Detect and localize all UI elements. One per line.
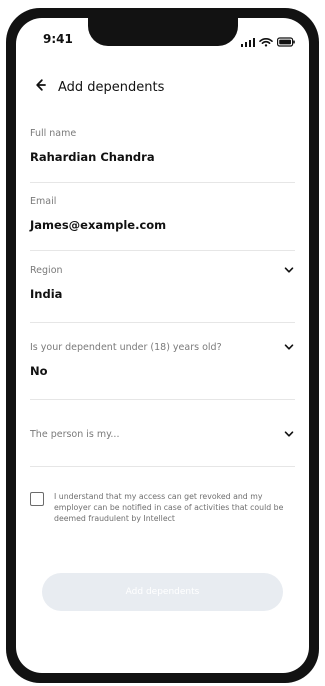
relationship-row: The person is my... [30, 428, 295, 440]
screenshot-stage: 9:41 Add dependents Full name Rahardian … [0, 0, 325, 686]
page-title: Add dependents [58, 79, 165, 95]
relationship-label: The person is my... [30, 428, 120, 440]
wifi-icon [259, 32, 273, 51]
full-name-label: Full name [30, 128, 77, 139]
region-value[interactable]: India [30, 287, 295, 301]
full-name-field[interactable]: Full name Rahardian Chandra [30, 128, 295, 183]
under-18-row: Is your dependent under (18) years old? [30, 341, 295, 353]
add-dependents-button[interactable]: Add dependents [42, 573, 283, 611]
email-field[interactable]: Email James@example.com [30, 196, 295, 251]
chevron-down-icon[interactable] [283, 341, 295, 353]
back-button[interactable] [30, 78, 48, 96]
status-icons [241, 32, 295, 51]
under-18-value[interactable]: No [30, 364, 295, 378]
under-18-label: Is your dependent under (18) years old? [30, 341, 222, 353]
relationship-dropdown[interactable]: The person is my... [30, 418, 295, 467]
chevron-down-icon[interactable] [283, 264, 295, 276]
signal-icon [241, 32, 255, 51]
consent-checkbox[interactable] [30, 492, 44, 506]
arrow-left-icon [31, 77, 47, 97]
phone-screen: 9:41 Add dependents Full name Rahardian … [16, 18, 309, 673]
email-value[interactable]: James@example.com [30, 218, 295, 232]
phone-notch [87, 18, 238, 46]
consent-text: I understand that my access can get revo… [54, 492, 284, 523]
status-time: 9:41 [43, 32, 73, 46]
region-row: Region [30, 264, 295, 276]
chevron-down-icon[interactable] [283, 428, 295, 440]
full-name-value[interactable]: Rahardian Chandra [30, 150, 295, 164]
under-18-dropdown[interactable]: Is your dependent under (18) years old? … [30, 341, 295, 400]
page-header: Add dependents [30, 78, 164, 96]
region-label: Region [30, 264, 63, 276]
consent-row[interactable]: I understand that my access can get revo… [30, 492, 295, 524]
region-dropdown[interactable]: Region India [30, 264, 295, 323]
email-label: Email [30, 196, 57, 207]
battery-icon [277, 32, 295, 51]
phone-frame: 9:41 Add dependents Full name Rahardian … [6, 8, 319, 683]
